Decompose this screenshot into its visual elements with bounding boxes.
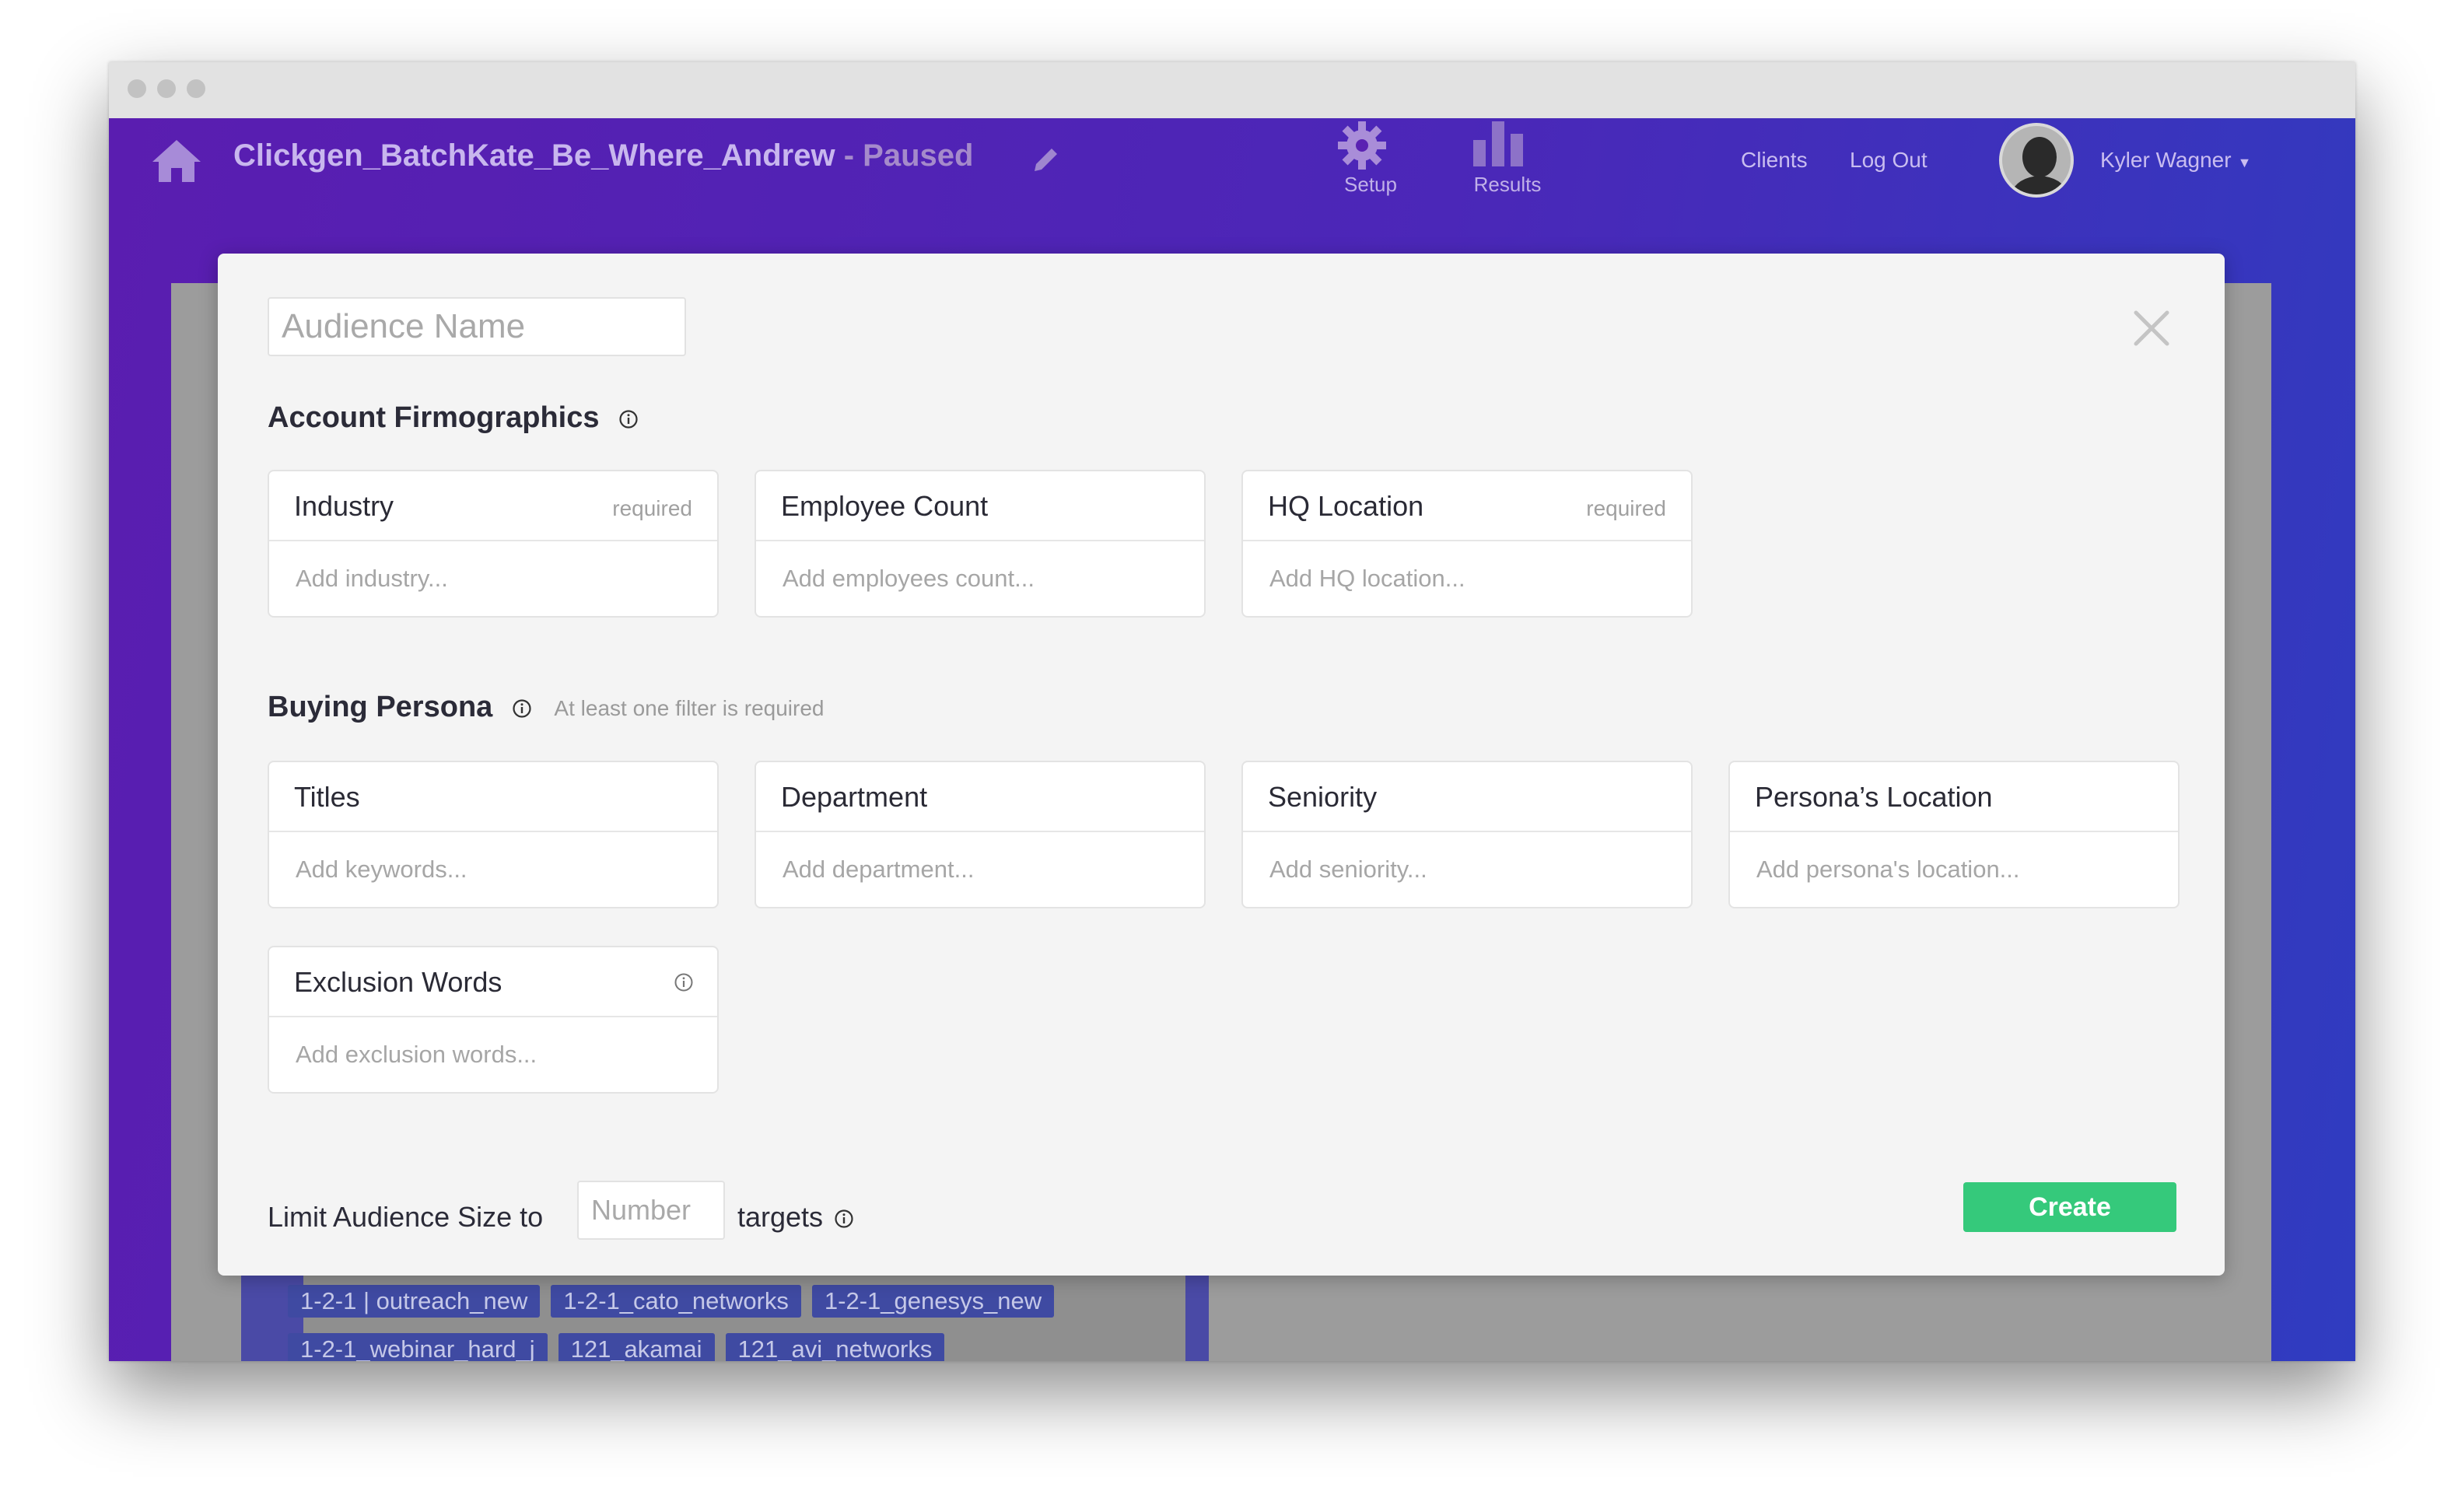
card-header: Seniority: [1243, 762, 1691, 832]
campaign-name: Clickgen_BatchKate_Be_Where_Andrew: [233, 138, 835, 173]
info-icon[interactable]: [512, 698, 532, 719]
window-zoom-dot[interactable]: [187, 79, 205, 98]
card-title: Exclusion Words: [294, 966, 502, 998]
department-input[interactable]: [769, 840, 1195, 899]
seniority-card: Seniority: [1241, 761, 1693, 908]
card-header: Department: [756, 762, 1204, 832]
audience-limit-input[interactable]: [577, 1181, 725, 1240]
window-titlebar: [109, 62, 2355, 118]
card-title: Titles: [294, 781, 360, 813]
tag[interactable]: 1-2-1_genesys_new: [811, 1285, 1055, 1318]
card-header: Titles: [269, 762, 717, 832]
limit-size-label: Limit Audience Size to: [268, 1201, 544, 1233]
employee-count-input[interactable]: [769, 549, 1195, 608]
card-title: HQ Location: [1268, 490, 1424, 522]
targets-text: targets: [737, 1201, 824, 1233]
info-icon[interactable]: [618, 409, 639, 429]
nav-results-label: Results: [1473, 173, 1542, 196]
avatar[interactable]: [1999, 123, 2074, 198]
firmographics-title: Account Firmographics: [268, 401, 600, 434]
targets-label: targets: [737, 1201, 854, 1234]
tag[interactable]: 121_avi_networks: [725, 1333, 945, 1361]
tag[interactable]: 1-2-1_webinar_hard_j: [288, 1333, 548, 1361]
card-title: Persona’s Location: [1755, 781, 1993, 813]
window-close-dot[interactable]: [128, 79, 146, 98]
card-title: Employee Count: [781, 490, 989, 522]
top-bar: Clickgen_BatchKate_Be_Where_Andrew - Pau…: [109, 118, 2355, 227]
persona-requirement-note: At least one filter is required: [554, 695, 825, 720]
exclusion-words-card: Exclusion Words: [268, 946, 719, 1094]
logout-link[interactable]: Log Out: [1850, 148, 1928, 173]
card-header: Persona’s Location: [1730, 762, 2178, 832]
buying-persona-heading: Buying Persona At least one filter is re…: [268, 691, 824, 724]
hq-location-card: HQ Location required: [1241, 470, 1693, 618]
tag-list: 1-2-1 | outreach_new 1-2-1_cato_networks 1…: [288, 1285, 1182, 1361]
card-header: HQ Location required: [1243, 471, 1691, 541]
audience-modal: Account Firmographics Industry required …: [218, 254, 2225, 1276]
card-header: Employee Count: [756, 471, 1204, 541]
department-card: Department: [755, 761, 1206, 908]
close-icon[interactable]: [2131, 308, 2172, 348]
hq-location-input[interactable]: [1255, 549, 1682, 608]
app-area: Clickgen_BatchKate_Be_Where_Andrew - Pau…: [109, 118, 2355, 1361]
card-header: Exclusion Words: [269, 947, 717, 1017]
firmographics-heading: Account Firmographics: [268, 401, 639, 435]
tag[interactable]: 121_akamai: [558, 1333, 715, 1361]
create-button[interactable]: Create: [1963, 1182, 2176, 1232]
clients-link[interactable]: Clients: [1741, 148, 1808, 173]
nav-setup-label: Setup: [1344, 173, 1397, 196]
info-icon[interactable]: [674, 972, 694, 992]
required-badge: required: [612, 496, 692, 520]
window-minimize-dot[interactable]: [157, 79, 176, 98]
persona-location-card: Persona’s Location: [1728, 761, 2180, 908]
user-name: Kyler Wagner: [2100, 148, 2232, 172]
titles-input[interactable]: [282, 840, 708, 899]
buying-persona-title: Buying Persona: [268, 691, 493, 723]
industry-card: Industry required: [268, 470, 719, 618]
user-silhouette-icon: [2010, 137, 2069, 194]
caret-down-icon: ▼: [2237, 155, 2252, 170]
tag[interactable]: 1-2-1_cato_networks: [551, 1285, 801, 1318]
gear-icon: [1338, 121, 1386, 170]
home-icon[interactable]: [151, 137, 202, 184]
industry-input[interactable]: [282, 549, 708, 608]
browser-window: Clickgen_BatchKate_Be_Where_Andrew - Pau…: [109, 62, 2355, 1361]
campaign-title: Clickgen_BatchKate_Be_Where_Andrew - Pau…: [233, 138, 973, 173]
card-title: Department: [781, 781, 928, 813]
employee-count-card: Employee Count: [755, 470, 1206, 618]
pencil-icon[interactable]: [1031, 145, 1061, 174]
seniority-input[interactable]: [1255, 840, 1682, 899]
user-menu[interactable]: Kyler Wagner ▼: [2100, 148, 2251, 173]
bar-chart-icon: [1473, 121, 1523, 166]
persona-location-input[interactable]: [1742, 840, 2169, 899]
audience-name-input[interactable]: [268, 297, 686, 356]
required-badge: required: [1586, 496, 1666, 520]
titles-card: Titles: [268, 761, 719, 908]
campaign-status: Paused: [863, 138, 974, 173]
card-title: Industry: [294, 490, 394, 522]
info-icon[interactable]: [834, 1209, 854, 1229]
card-title: Seniority: [1268, 781, 1378, 813]
card-header: Industry required: [269, 471, 717, 541]
campaign-separator: -: [835, 138, 863, 173]
tag[interactable]: 1-2-1 | outreach_new: [288, 1285, 541, 1318]
exclusion-words-input[interactable]: [282, 1025, 708, 1084]
